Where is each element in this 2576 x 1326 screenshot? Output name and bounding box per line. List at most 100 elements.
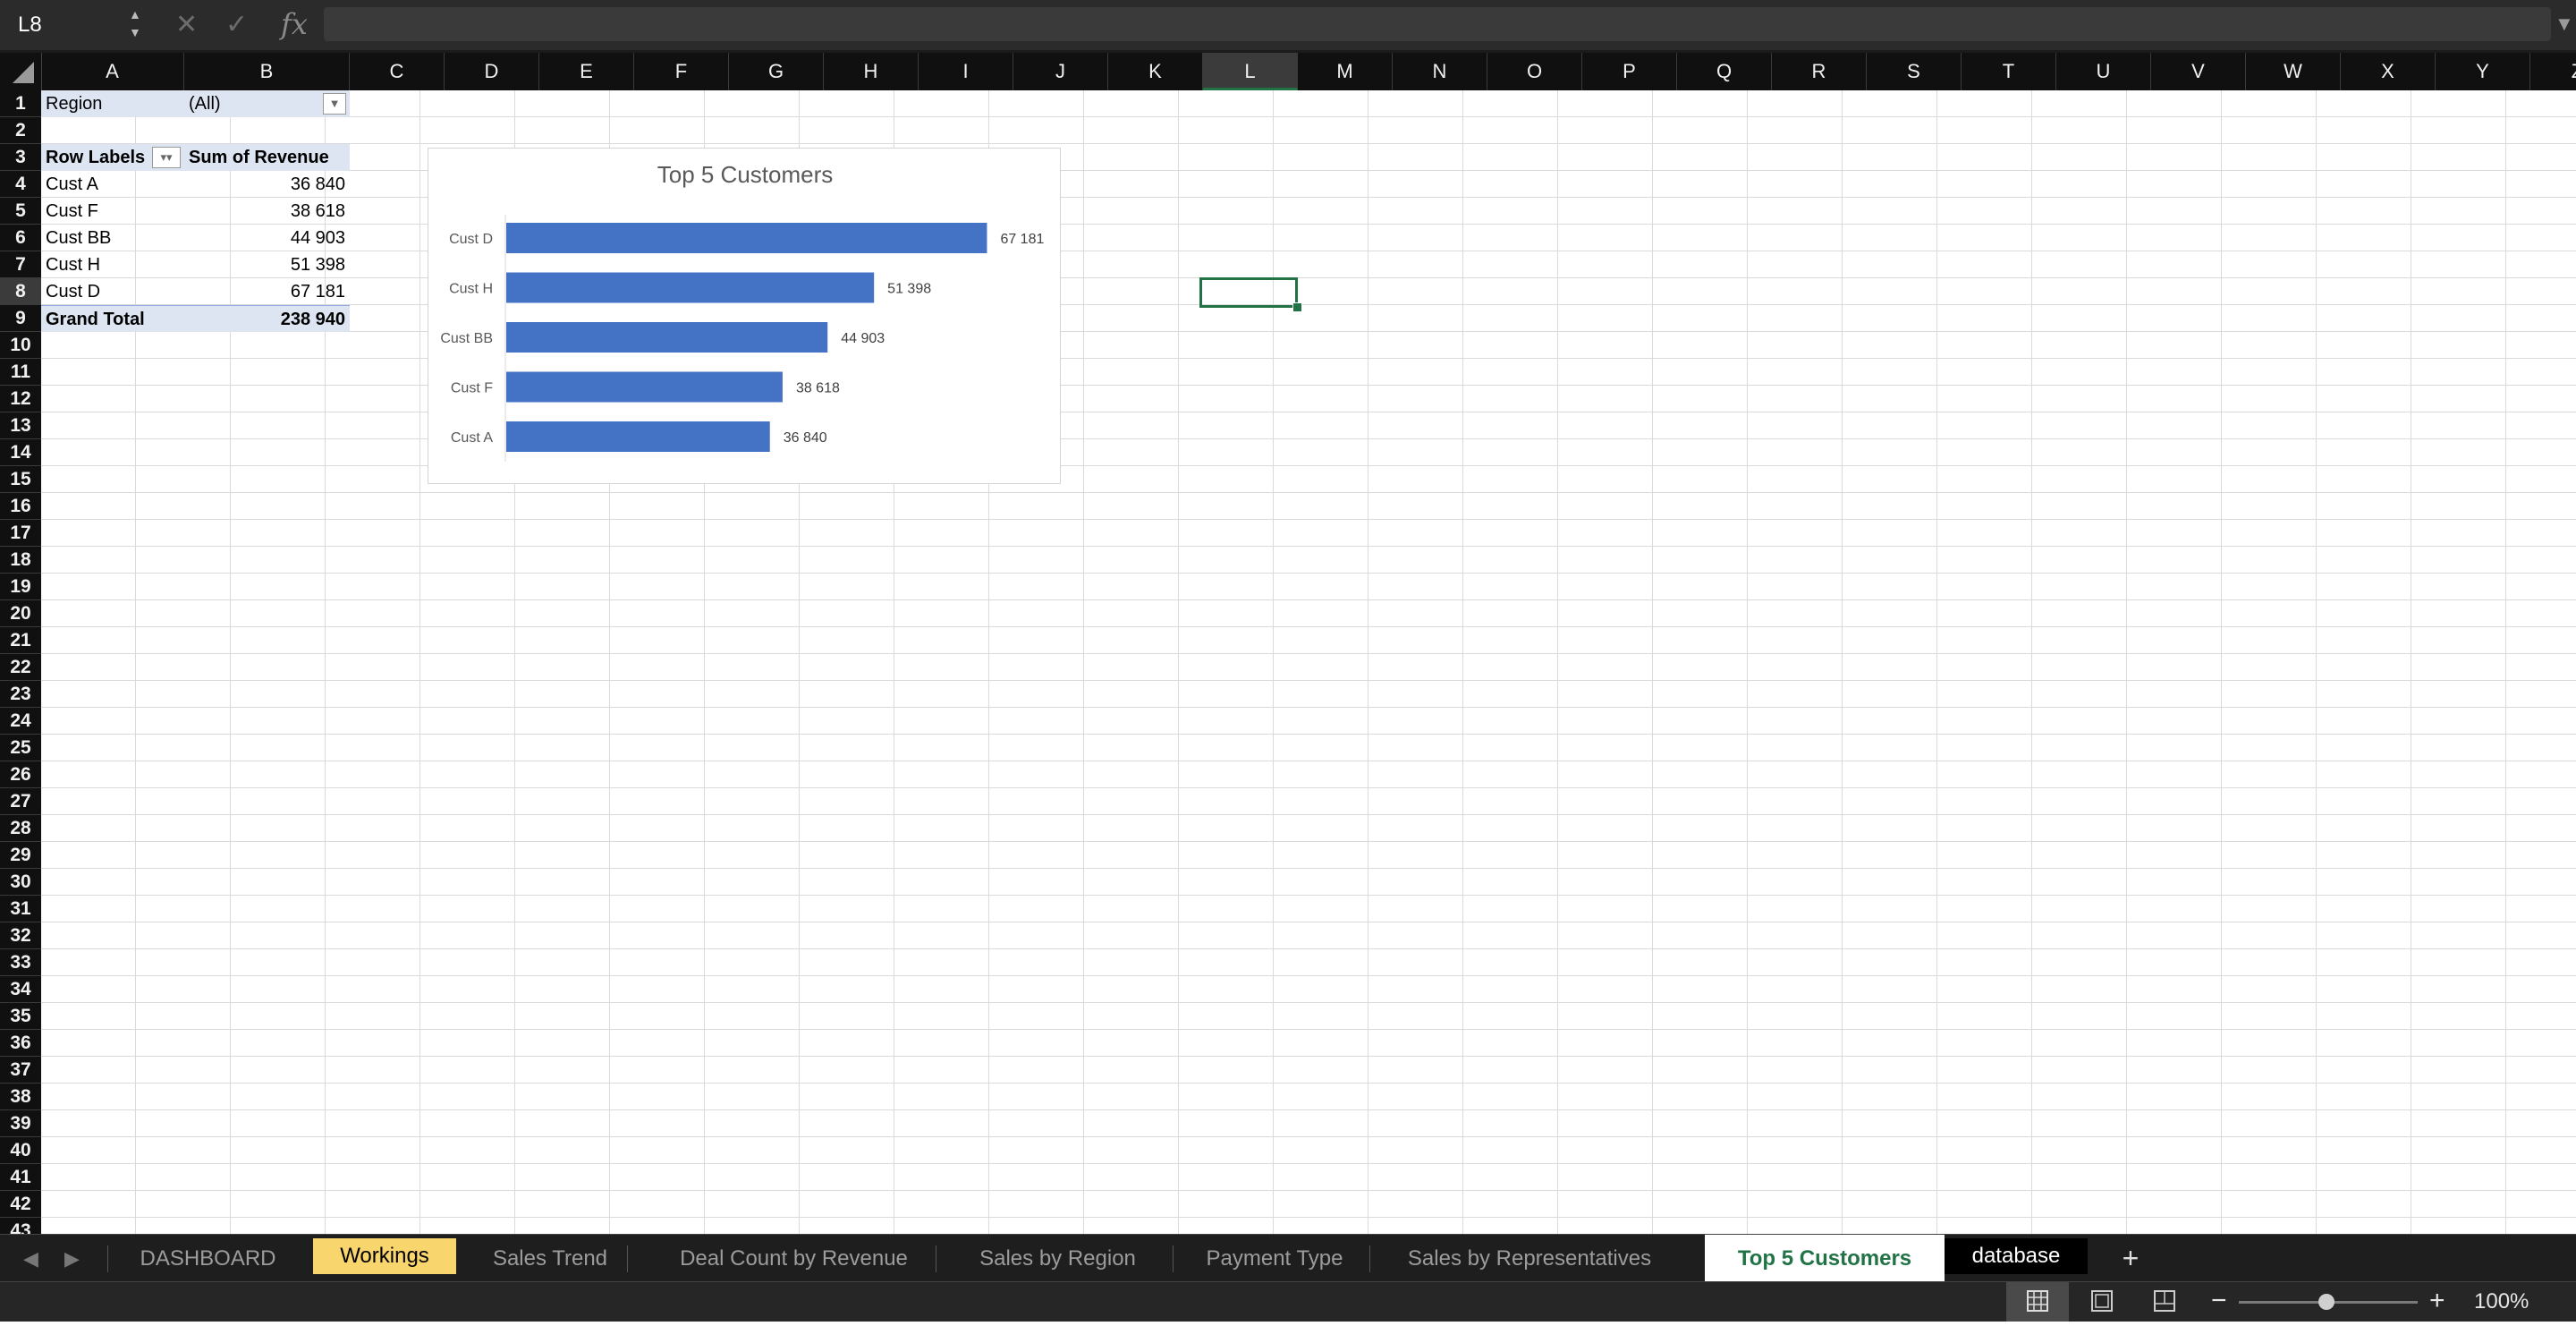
row-header-41[interactable]: 41 xyxy=(0,1164,41,1191)
sheet-tab[interactable]: Sales by Representatives xyxy=(1382,1235,1677,1282)
zoom-out-button[interactable]: − xyxy=(2211,1286,2227,1316)
column-header-j[interactable]: J xyxy=(1013,53,1108,90)
row-header-36[interactable]: 36 xyxy=(0,1030,41,1057)
scroll-tabs-left-icon[interactable]: ◀ xyxy=(23,1247,38,1271)
row-header-18[interactable]: 18 xyxy=(0,547,41,574)
row-header-25[interactable]: 25 xyxy=(0,735,41,761)
pivot-row-label[interactable]: Cust BB xyxy=(41,225,184,251)
column-header-i[interactable]: I xyxy=(919,53,1013,90)
column-header-y[interactable]: Y xyxy=(2436,53,2530,90)
formula-input[interactable] xyxy=(324,7,2551,41)
row-header-15[interactable]: 15 xyxy=(0,466,41,493)
row-header-22[interactable]: 22 xyxy=(0,654,41,681)
row-header-3[interactable]: 3 xyxy=(0,144,41,171)
expand-formula-bar-icon[interactable]: ▼ xyxy=(2555,13,2574,36)
row-header-42[interactable]: 42 xyxy=(0,1191,41,1218)
pivot-row-label[interactable]: Cust F xyxy=(41,198,184,225)
sheet-tab[interactable]: Top 5 Customers xyxy=(1705,1235,1945,1282)
pivot-sum-header[interactable]: Sum of Revenue xyxy=(184,144,350,171)
pivot-row-value[interactable]: 44 903 xyxy=(184,225,350,251)
row-header-33[interactable]: 33 xyxy=(0,949,41,976)
bar-cust-h[interactable] xyxy=(506,272,875,303)
row-header-12[interactable]: 12 xyxy=(0,386,41,412)
row-header-5[interactable]: 5 xyxy=(0,198,41,225)
row-header-38[interactable]: 38 xyxy=(0,1084,41,1110)
sheet-tab[interactable]: DASHBOARD xyxy=(116,1235,300,1282)
column-header-g[interactable]: G xyxy=(729,53,824,90)
column-header-n[interactable]: N xyxy=(1393,53,1487,90)
pivot-grand-total-label[interactable]: Grand Total xyxy=(41,305,184,332)
row-header-17[interactable]: 17 xyxy=(0,520,41,547)
sheet-tab[interactable]: Payment Type xyxy=(1185,1235,1364,1282)
row-header-13[interactable]: 13 xyxy=(0,412,41,439)
column-header-x[interactable]: X xyxy=(2341,53,2436,90)
pivot-filter-label[interactable]: Region xyxy=(41,90,184,117)
column-header-l[interactable]: L xyxy=(1203,53,1298,90)
bar-cust-f[interactable] xyxy=(506,371,783,403)
row-header-19[interactable]: 19 xyxy=(0,574,41,600)
enter-check-icon[interactable]: ✓ xyxy=(225,9,248,40)
row-header-40[interactable]: 40 xyxy=(0,1137,41,1164)
row-header-35[interactable]: 35 xyxy=(0,1003,41,1030)
selected-cell[interactable] xyxy=(1199,277,1298,308)
chart-top-5-customers[interactable]: Top 5 Customers Cust D 67 181 Cust H 51 398 C… xyxy=(428,148,1061,484)
row-header-14[interactable]: 14 xyxy=(0,439,41,466)
column-header-a[interactable]: A xyxy=(41,53,184,90)
row-header-21[interactable]: 21 xyxy=(0,627,41,654)
row-header-37[interactable]: 37 xyxy=(0,1057,41,1084)
column-header-p[interactable]: P xyxy=(1582,53,1677,90)
pivot-row-value[interactable]: 51 398 xyxy=(184,251,350,278)
row-header-23[interactable]: 23 xyxy=(0,681,41,708)
row-header-16[interactable]: 16 xyxy=(0,493,41,520)
column-header-c[interactable]: C xyxy=(350,53,445,90)
scroll-tabs-right-icon[interactable]: ▶ xyxy=(64,1247,80,1271)
sheet-tab[interactable]: Sales Trend xyxy=(479,1235,622,1282)
pivot-row-value[interactable]: 67 181 xyxy=(184,278,350,305)
row-header-39[interactable]: 39 xyxy=(0,1110,41,1137)
zoom-slider-thumb[interactable] xyxy=(2318,1294,2334,1310)
row-header-6[interactable]: 6 xyxy=(0,225,41,251)
sheet-tab[interactable]: Sales by Region xyxy=(948,1235,1167,1282)
column-header-h[interactable]: H xyxy=(824,53,919,90)
column-header-k[interactable]: K xyxy=(1108,53,1203,90)
row-header-30[interactable]: 30 xyxy=(0,869,41,896)
column-header-r[interactable]: R xyxy=(1772,53,1867,90)
pivot-row-value[interactable]: 38 618 xyxy=(184,198,350,225)
row-header-9[interactable]: 9 xyxy=(0,305,41,332)
column-header-q[interactable]: Q xyxy=(1677,53,1772,90)
row-header-27[interactable]: 27 xyxy=(0,788,41,815)
insert-function-icon[interactable]: fx xyxy=(281,7,308,41)
column-header-f[interactable]: F xyxy=(634,53,729,90)
row-header-24[interactable]: 24 xyxy=(0,708,41,735)
bar-cust-a[interactable] xyxy=(506,421,770,452)
column-header-v[interactable]: V xyxy=(2151,53,2246,90)
row-header-29[interactable]: 29 xyxy=(0,842,41,869)
bar-cust-bb[interactable] xyxy=(506,322,828,353)
zoom-in-button[interactable]: + xyxy=(2429,1286,2445,1316)
normal-view-button[interactable] xyxy=(2006,1282,2069,1322)
row-header-32[interactable]: 32 xyxy=(0,922,41,949)
select-all-corner[interactable] xyxy=(0,53,42,90)
column-header-u[interactable]: U xyxy=(2056,53,2151,90)
column-header-w[interactable]: W xyxy=(2246,53,2341,90)
bar-cust-d[interactable] xyxy=(506,223,987,253)
page-layout-view-button[interactable] xyxy=(2071,1282,2133,1322)
sheet-tab[interactable]: database xyxy=(1945,1238,2088,1274)
sheet-tab[interactable]: Deal Count by Revenue xyxy=(657,1235,930,1282)
row-header-4[interactable]: 4 xyxy=(0,171,41,198)
filter-dropdown-icon[interactable]: ▼ xyxy=(323,93,346,115)
pivot-row-label[interactable]: Cust H xyxy=(41,251,184,278)
row-header-20[interactable]: 20 xyxy=(0,600,41,627)
row-header-8[interactable]: 8 xyxy=(0,278,41,305)
column-header-e[interactable]: E xyxy=(539,53,634,90)
cells-area[interactable]: Region (All) ▼ Row Labels ▾▾ Sum of Reve… xyxy=(41,90,2576,1234)
column-header-t[interactable]: T xyxy=(1962,53,2056,90)
pivot-grand-total-value[interactable]: 238 940 xyxy=(184,305,350,332)
add-sheet-icon[interactable]: + xyxy=(2111,1238,2150,1278)
column-header-o[interactable]: O xyxy=(1487,53,1582,90)
row-labels-filter-icon[interactable]: ▾▾ xyxy=(152,147,181,168)
row-header-1[interactable]: 1 xyxy=(0,90,41,117)
row-header-11[interactable]: 11 xyxy=(0,359,41,386)
zoom-level[interactable]: 100% xyxy=(2474,1289,2529,1314)
page-break-view-button[interactable] xyxy=(2133,1282,2196,1322)
